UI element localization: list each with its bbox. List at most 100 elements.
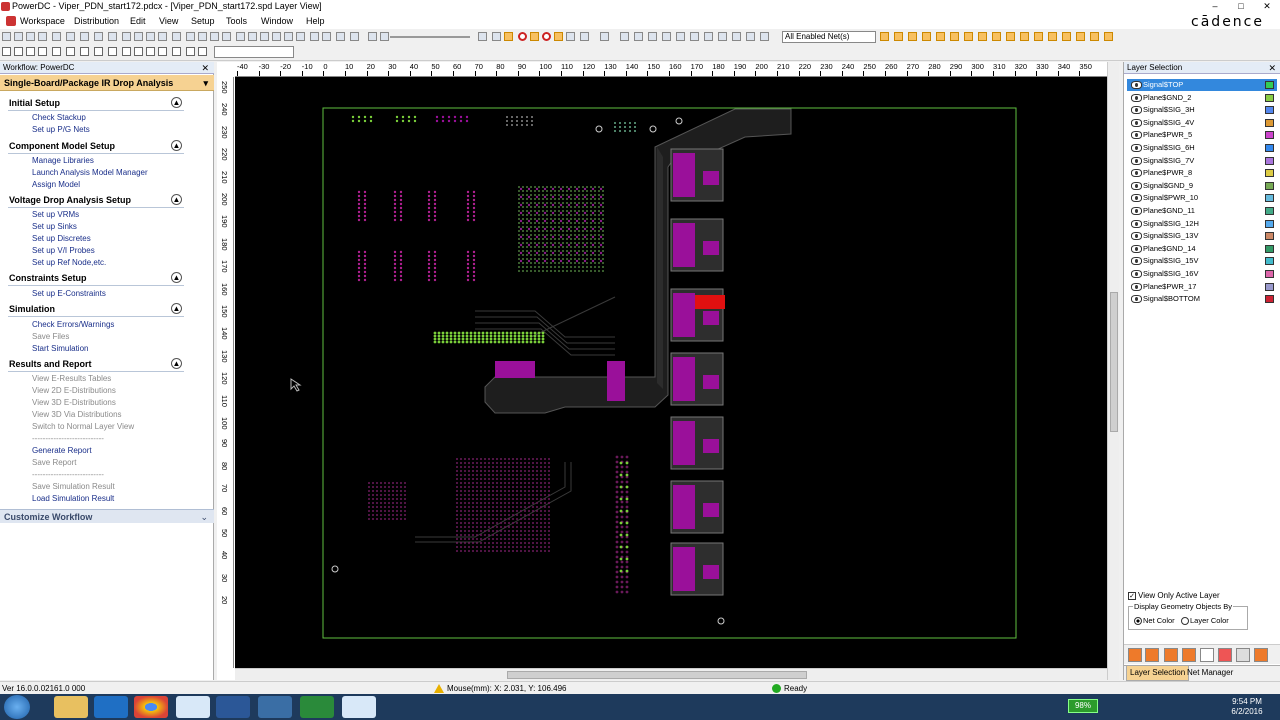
item-setup-sinks[interactable]: Set up Sinks bbox=[32, 222, 77, 232]
item-load-sim-result[interactable]: Load Simulation Result bbox=[32, 494, 114, 504]
toolbar-button-icon[interactable] bbox=[1020, 32, 1029, 41]
item-launch-model-manager[interactable]: Launch Analysis Model Manager bbox=[32, 168, 148, 178]
layer-color-swatch[interactable] bbox=[1265, 156, 1274, 165]
word-icon[interactable] bbox=[216, 696, 250, 718]
toolbar-button-icon[interactable] bbox=[296, 32, 305, 41]
layer-row[interactable]: Plane$PWR_8 bbox=[1127, 167, 1277, 179]
menu-tools[interactable]: Tools bbox=[226, 13, 247, 29]
toolbar-button-icon[interactable] bbox=[504, 32, 513, 41]
toolbar-button-icon[interactable] bbox=[236, 32, 245, 41]
layer-color-swatch[interactable] bbox=[1265, 244, 1274, 253]
toolbar-button-icon[interactable] bbox=[26, 47, 35, 56]
layer-tool-icon[interactable] bbox=[1145, 648, 1159, 662]
toolbar-button-icon[interactable] bbox=[134, 47, 143, 56]
zoom-slider[interactable] bbox=[390, 36, 470, 38]
toolbar-button-icon[interactable] bbox=[134, 32, 143, 41]
tab-net-manager[interactable]: Net Manager bbox=[1184, 666, 1236, 680]
item-check-errors[interactable]: Check Errors/Warnings bbox=[32, 320, 114, 330]
toolbar-button-icon[interactable] bbox=[248, 32, 257, 41]
toolbar-button-icon[interactable] bbox=[880, 32, 889, 41]
eye-icon[interactable] bbox=[1131, 118, 1142, 127]
toolbar-button-icon[interactable] bbox=[648, 32, 657, 41]
toolbar-button-icon[interactable] bbox=[566, 32, 575, 41]
toolbar-button-icon[interactable] bbox=[368, 32, 377, 41]
scroll-thumb[interactable] bbox=[507, 671, 807, 679]
toolbar-button-icon[interactable] bbox=[146, 47, 155, 56]
toolbar-button-icon[interactable] bbox=[198, 47, 207, 56]
toolbar-button-icon[interactable] bbox=[2, 47, 11, 56]
toolbar-button-icon[interactable] bbox=[950, 32, 959, 41]
item-check-stackup[interactable]: Check Stackup bbox=[32, 113, 86, 123]
item-setup-vrms[interactable]: Set up VRMs bbox=[32, 210, 79, 220]
collapse-icon[interactable]: ▲ bbox=[171, 303, 182, 314]
tab-layer-selection[interactable]: Layer Selection bbox=[1126, 666, 1190, 681]
layer-row[interactable]: Signal$SIG_13V bbox=[1127, 230, 1277, 242]
collapse-icon[interactable]: ▲ bbox=[171, 272, 182, 283]
eye-icon[interactable] bbox=[1131, 257, 1142, 266]
vertical-scrollbar[interactable] bbox=[1107, 62, 1119, 680]
horizontal-scrollbar[interactable] bbox=[235, 668, 1107, 680]
toolbar-button-icon[interactable] bbox=[322, 32, 331, 41]
toolbar-button-icon[interactable] bbox=[676, 32, 685, 41]
layer-row[interactable]: Plane$PWR_5 bbox=[1127, 129, 1277, 141]
item-setup-pg-nets[interactable]: Set up P/G Nets bbox=[32, 125, 90, 135]
toolbar-button-icon[interactable] bbox=[760, 32, 769, 41]
toolbar-button-icon[interactable] bbox=[66, 32, 75, 41]
eye-icon[interactable] bbox=[1131, 181, 1142, 190]
toolbar-button-icon[interactable] bbox=[210, 32, 219, 41]
toolbar-button-icon[interactable] bbox=[14, 32, 23, 41]
layer-color-swatch[interactable] bbox=[1265, 118, 1274, 127]
menu-window[interactable]: Window bbox=[261, 13, 293, 29]
eye-icon[interactable] bbox=[1131, 207, 1142, 215]
toolbar-button-icon[interactable] bbox=[94, 32, 103, 41]
toolbar-button-icon[interactable] bbox=[158, 47, 167, 56]
layer-color-swatch[interactable] bbox=[1265, 194, 1274, 203]
item-start-simulation[interactable]: Start Simulation bbox=[32, 344, 88, 354]
layer-row[interactable]: Plane$PWR_17 bbox=[1127, 281, 1277, 293]
collapse-icon[interactable]: ▲ bbox=[171, 194, 182, 205]
toolbar-button-icon[interactable] bbox=[936, 32, 945, 41]
toolbar-button-icon[interactable] bbox=[108, 32, 117, 41]
toolbar-button-icon[interactable] bbox=[172, 32, 181, 41]
minimize-button[interactable]: – bbox=[1202, 0, 1228, 13]
powerdc-icon[interactable] bbox=[342, 696, 376, 718]
layer-color-swatch[interactable] bbox=[1265, 270, 1274, 278]
battery-indicator[interactable]: 98% bbox=[1068, 699, 1098, 713]
toolbar-button-icon[interactable] bbox=[580, 32, 589, 41]
layer-color-swatch[interactable] bbox=[1265, 295, 1274, 304]
layer-row[interactable]: Signal$SIG_12H bbox=[1127, 218, 1277, 230]
layer-color-swatch[interactable] bbox=[1265, 207, 1274, 215]
item-switch-normal-view[interactable]: Switch to Normal Layer View bbox=[32, 422, 134, 432]
maximize-button[interactable]: □ bbox=[1228, 0, 1254, 13]
toolbar-button-icon[interactable] bbox=[634, 32, 643, 41]
toolbar-button-icon[interactable] bbox=[146, 32, 155, 41]
layer-color-swatch[interactable] bbox=[1265, 282, 1274, 291]
item-save-files[interactable]: Save Files bbox=[32, 332, 69, 342]
eye-icon[interactable] bbox=[1131, 282, 1142, 291]
layer-tool-icon[interactable] bbox=[1218, 648, 1232, 662]
toolbar-button-icon[interactable] bbox=[2, 32, 11, 41]
toolbar-button-icon[interactable] bbox=[992, 32, 1001, 41]
layer-color-swatch[interactable] bbox=[1265, 181, 1274, 190]
file-explorer-icon[interactable] bbox=[54, 696, 88, 718]
toolbar-button-icon[interactable] bbox=[1090, 32, 1099, 41]
toolbar-button-icon[interactable] bbox=[478, 32, 487, 41]
item-setup-vi-probes[interactable]: Set up V/I Probes bbox=[32, 246, 95, 256]
system-clock[interactable]: 9:54 PM 6/2/2016 bbox=[1224, 697, 1270, 717]
eye-icon[interactable] bbox=[1131, 232, 1142, 241]
item-setup-e-constraints[interactable]: Set up E-Constraints bbox=[32, 289, 106, 299]
toolbar-button-icon[interactable] bbox=[310, 32, 319, 41]
layer-color-swatch[interactable] bbox=[1265, 131, 1274, 140]
chevron-down-icon[interactable]: ▾ bbox=[203, 75, 208, 91]
menu-edit[interactable]: Edit bbox=[130, 13, 146, 29]
toolbar-button-icon[interactable] bbox=[978, 32, 987, 41]
toolbar-button-icon[interactable] bbox=[186, 32, 195, 41]
menu-app-icon[interactable] bbox=[6, 16, 16, 26]
chrome-icon[interactable] bbox=[134, 696, 168, 718]
toolbar-button-icon[interactable] bbox=[492, 32, 501, 41]
toolbar-button-icon[interactable] bbox=[732, 32, 741, 41]
eye-icon[interactable] bbox=[1131, 244, 1142, 253]
layer-row[interactable]: Plane$GND_11 bbox=[1127, 205, 1277, 217]
layer-row[interactable]: Signal$SIG_6H bbox=[1127, 142, 1277, 154]
item-manage-libraries[interactable]: Manage Libraries bbox=[32, 156, 94, 166]
